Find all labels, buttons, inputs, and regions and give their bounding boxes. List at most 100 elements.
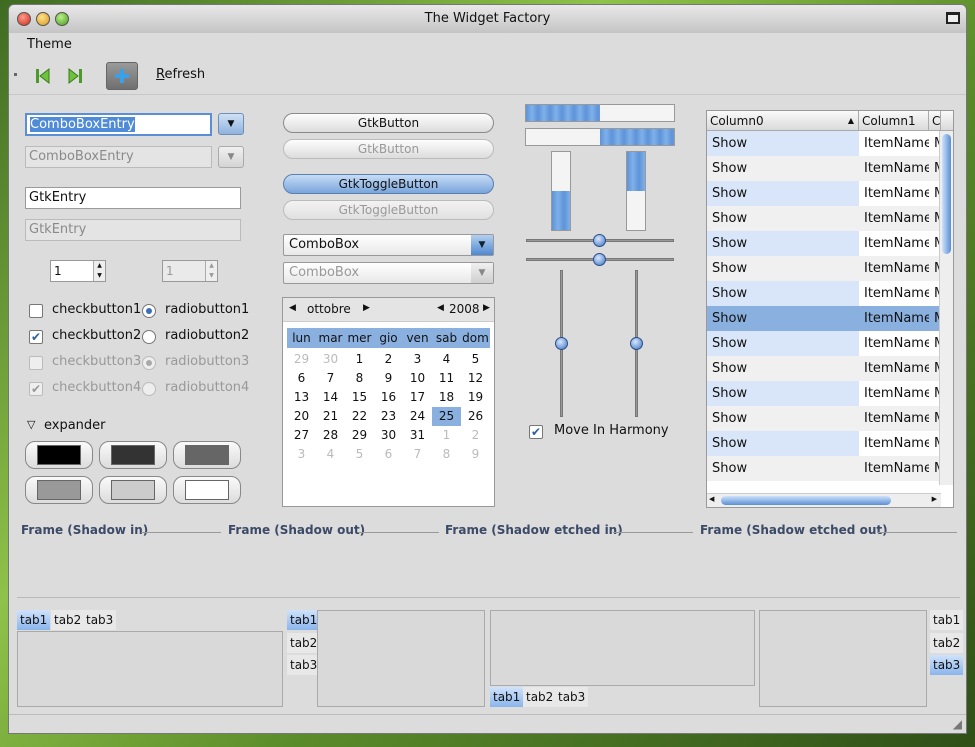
goto-last-button[interactable] (60, 62, 92, 90)
combo-box[interactable]: ComboBox ▼ (283, 234, 494, 256)
resize-grip-icon[interactable]: ◢ (953, 717, 962, 731)
nb1-tab1[interactable]: tab1 (17, 610, 51, 630)
calendar-day[interactable]: 21 (316, 407, 345, 426)
nb2-tab1[interactable]: tab1 (287, 610, 321, 630)
tree-vscroll-thumb[interactable] (942, 134, 951, 254)
column0-header[interactable]: Column0 ▲ (707, 111, 859, 130)
tree-row[interactable]: ShowItemNameM (707, 356, 953, 381)
radiobutton2-label[interactable]: radiobutton2 (165, 328, 249, 343)
scroll-right-icon[interactable]: ▶ (932, 495, 937, 503)
hscale-2-knob[interactable] (593, 253, 606, 266)
tree-hscrollbar[interactable]: ◀ ▶ (707, 493, 941, 507)
nb1-tab3[interactable]: tab3 (83, 610, 117, 630)
title-bar[interactable]: The Widget Factory (9, 5, 966, 33)
calendar-day[interactable]: 20 (287, 407, 316, 426)
calendar-day[interactable]: 9 (374, 369, 403, 388)
calendar-day[interactable]: 7 (403, 445, 432, 464)
color-button-5[interactable] (99, 476, 167, 504)
calendar-day[interactable]: 7 (316, 369, 345, 388)
color-button-1[interactable] (25, 441, 93, 469)
expander-label[interactable]: expander (44, 418, 106, 433)
calendar-day[interactable]: 18 (432, 388, 461, 407)
add-button[interactable] (106, 62, 138, 90)
tree-hscroll-thumb[interactable] (721, 496, 891, 505)
maximize-icon[interactable] (946, 12, 960, 24)
calendar-day[interactable]: 14 (316, 388, 345, 407)
tree-row[interactable]: ShowItemNameM (707, 206, 953, 231)
calendar-day[interactable]: 29 (287, 350, 316, 369)
calendar-day[interactable]: 27 (287, 426, 316, 445)
gtk-entry-field[interactable]: GtkEntry (25, 187, 241, 209)
nb4-tab3[interactable]: tab3 (930, 655, 964, 675)
calendar-day[interactable]: 25 (432, 407, 461, 426)
radiobutton2-circle[interactable] (142, 330, 156, 344)
calendar-day[interactable]: 9 (461, 445, 490, 464)
calendar-day[interactable]: 13 (287, 388, 316, 407)
calendar-day[interactable]: 30 (374, 426, 403, 445)
prev-year-icon[interactable]: ◀ (437, 303, 444, 313)
calendar-day[interactable]: 19 (461, 388, 490, 407)
calendar-day[interactable]: 17 (403, 388, 432, 407)
calendar-day[interactable]: 10 (403, 369, 432, 388)
nb1-tab2[interactable]: tab2 (51, 610, 85, 630)
checkbutton2-label[interactable]: checkbutton2 (52, 328, 141, 343)
spin-arrows-icon[interactable]: ▲ ▼ (93, 261, 105, 281)
combo-entry-dropdown-button[interactable]: ▼ (218, 113, 244, 135)
calendar-day[interactable]: 11 (432, 369, 461, 388)
calendar-day[interactable]: 29 (345, 426, 374, 445)
column2-header[interactable]: C (929, 111, 941, 130)
tree-row[interactable]: ShowItemNameM (707, 256, 953, 281)
calendar-day[interactable]: 12 (461, 369, 490, 388)
nb3-tab1[interactable]: tab1 (490, 687, 524, 707)
nb3-tab3[interactable]: tab3 (555, 687, 589, 707)
tree-row[interactable]: ShowItemNameM (707, 406, 953, 431)
calendar-day[interactable]: 8 (345, 369, 374, 388)
calendar-day[interactable]: 22 (345, 407, 374, 426)
tree-row[interactable]: ShowItemNameM (707, 431, 953, 456)
calendar-day[interactable]: 28 (316, 426, 345, 445)
calendar-day[interactable]: 2 (461, 426, 490, 445)
spin-button[interactable]: 1 ▲ ▼ (50, 260, 106, 282)
tree-row[interactable]: ShowItemNameM (707, 156, 953, 181)
expander-triangle-icon[interactable]: ▽ (27, 418, 35, 431)
calendar-day[interactable]: 2 (374, 350, 403, 369)
zoom-button[interactable] (55, 12, 69, 26)
color-button-4[interactable] (25, 476, 93, 504)
calendar-day[interactable]: 1 (432, 426, 461, 445)
calendar-day[interactable]: 3 (403, 350, 432, 369)
hscale-1-knob[interactable] (593, 234, 606, 247)
combo-entry-field[interactable]: ComboBoxEntry (25, 113, 212, 136)
color-button-6[interactable] (173, 476, 241, 504)
calendar-day[interactable]: 4 (432, 350, 461, 369)
next-month-icon[interactable]: ▶ (363, 303, 370, 313)
nb3-tab2[interactable]: tab2 (523, 687, 557, 707)
calendar-day[interactable]: 23 (374, 407, 403, 426)
tree-row[interactable]: ShowItemNameM (707, 281, 953, 306)
goto-first-button[interactable] (26, 62, 58, 90)
tree-row[interactable]: ShowItemNameM (707, 456, 953, 481)
checkbutton2-box[interactable]: ✔ (29, 330, 43, 344)
checkbutton1-box[interactable] (29, 304, 43, 318)
color-button-3[interactable] (173, 441, 241, 469)
nb4-tab2[interactable]: tab2 (930, 633, 964, 653)
gtk-button[interactable]: GtkButton (283, 113, 494, 133)
calendar-day[interactable]: 6 (374, 445, 403, 464)
calendar-day[interactable]: 3 (287, 445, 316, 464)
next-year-icon[interactable]: ▶ (483, 303, 490, 313)
nb2-tab2[interactable]: tab2 (287, 633, 321, 653)
tree-row[interactable]: ShowItemNameM (707, 131, 953, 156)
prev-month-icon[interactable]: ◀ (289, 303, 296, 313)
vscale-1-knob[interactable] (555, 337, 568, 350)
calendar-day[interactable]: 6 (287, 369, 316, 388)
move-in-harmony-label[interactable]: Move In Harmony (554, 423, 669, 438)
close-button[interactable] (17, 12, 31, 26)
calendar-day[interactable]: 15 (345, 388, 374, 407)
refresh-button[interactable]: Refresh (156, 67, 205, 82)
scroll-left-icon[interactable]: ◀ (709, 495, 714, 503)
column1-header[interactable]: Column1 (859, 111, 929, 130)
toolbar-grip-icon[interactable] (14, 73, 17, 76)
tree-row[interactable]: ShowItemNameM (707, 181, 953, 206)
calendar-day[interactable]: 8 (432, 445, 461, 464)
tree-row[interactable]: ShowItemNameM (707, 331, 953, 356)
calendar-day[interactable]: 1 (345, 350, 374, 369)
